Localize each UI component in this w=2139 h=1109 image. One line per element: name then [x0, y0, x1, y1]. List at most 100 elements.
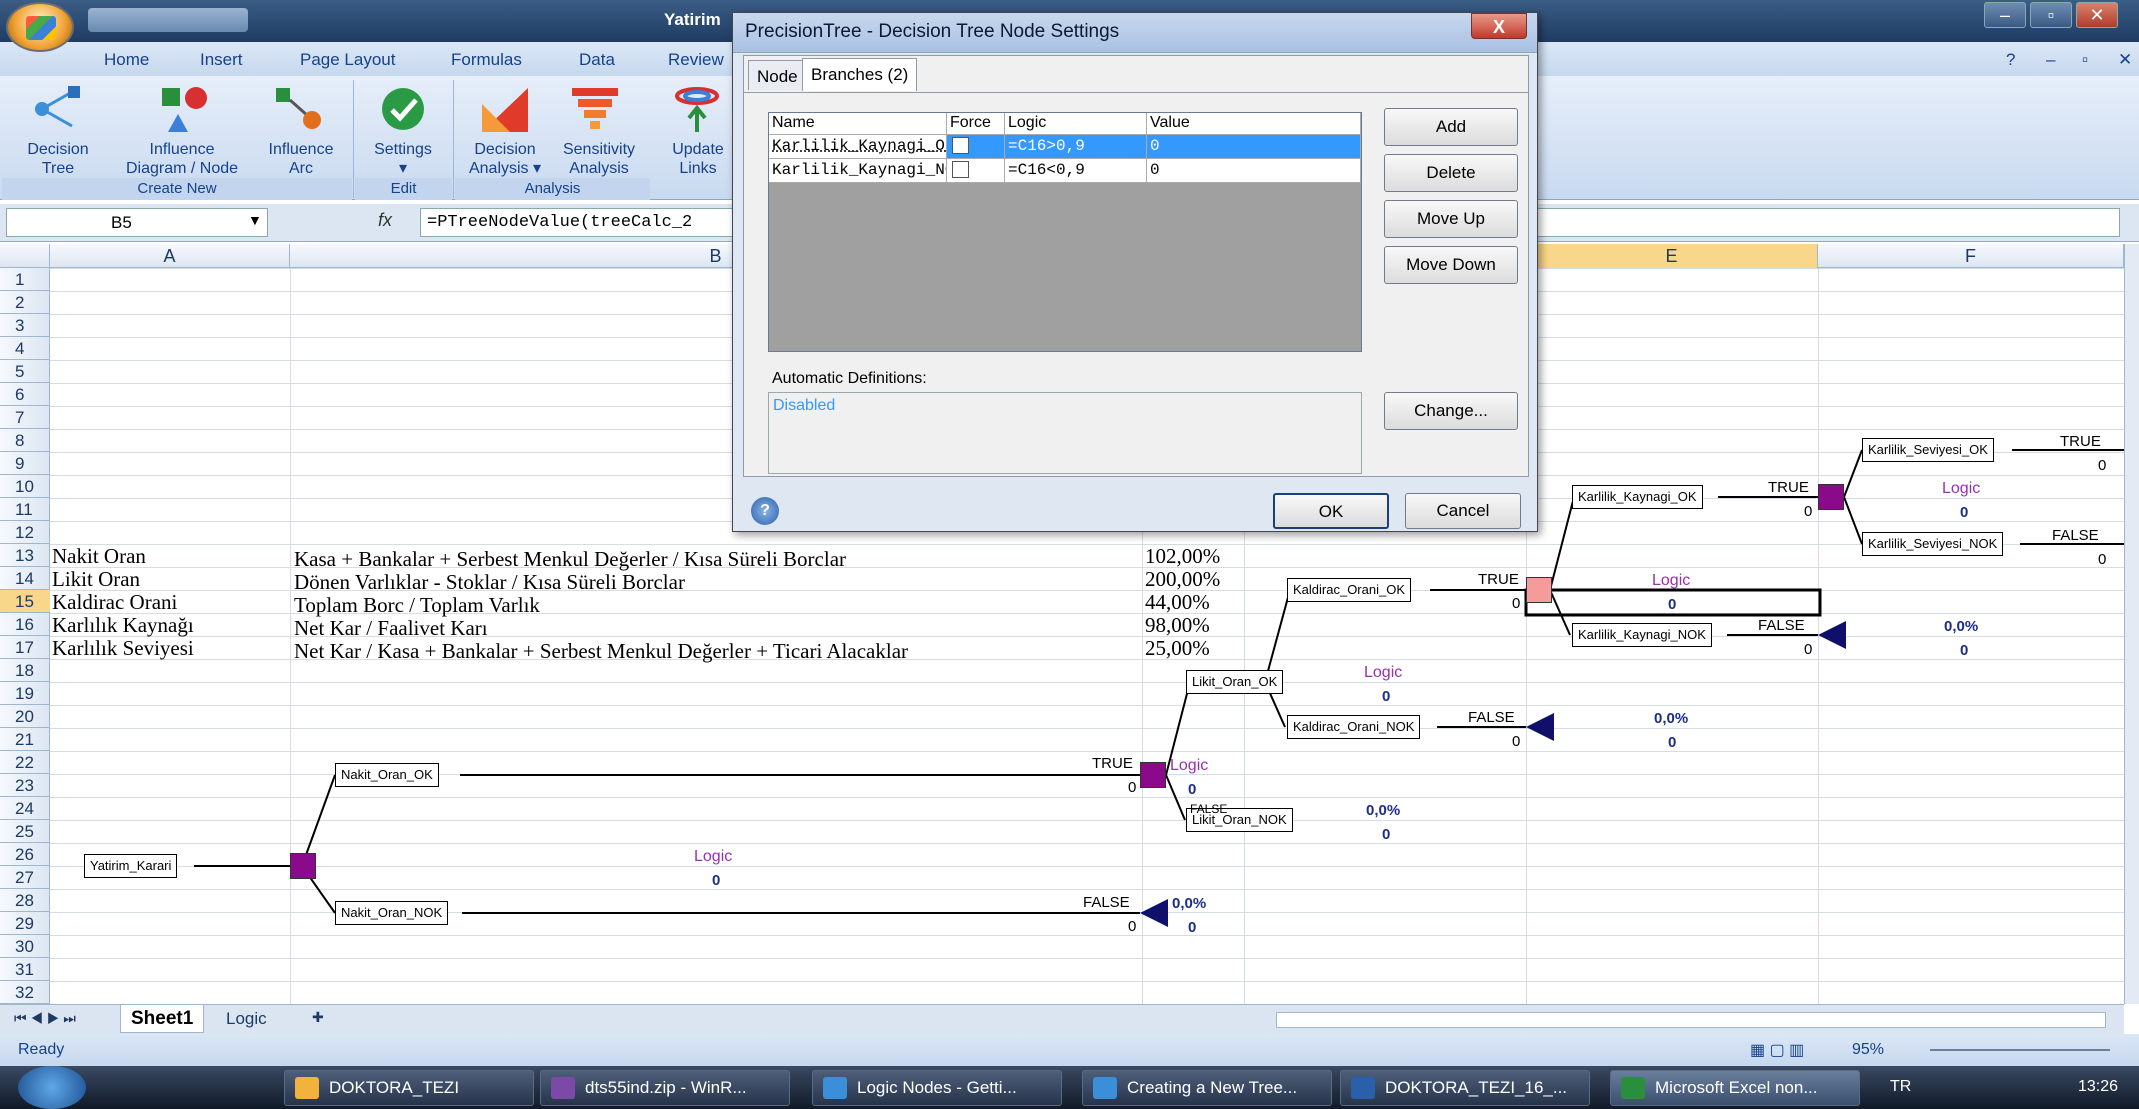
close-button[interactable]: ✕: [2076, 2, 2118, 28]
tab-data[interactable]: Data: [579, 50, 615, 70]
row-header[interactable]: 31: [0, 958, 50, 981]
row-header[interactable]: 26: [0, 843, 50, 866]
row-header[interactable]: 7: [0, 406, 50, 429]
row-header[interactable]: 12: [0, 521, 50, 544]
taskbar-item[interactable]: DOKTORA_TEZI: [284, 1070, 534, 1106]
tab-page-layout[interactable]: Page Layout: [300, 50, 395, 70]
branch-logic[interactable]: =C16>0,9: [1005, 135, 1147, 159]
row-header[interactable]: 10: [0, 475, 50, 498]
end-node-icon[interactable]: [1526, 713, 1554, 741]
cell-b13[interactable]: Kasa + Bankalar + Serbest Menkul Değerle…: [294, 548, 846, 571]
minimize-button[interactable]: –: [1984, 2, 2026, 28]
tree-node[interactable]: Likit_Oran_OK: [1186, 670, 1284, 694]
force-cell[interactable]: [947, 135, 1005, 159]
tab-node[interactable]: Node: [748, 60, 807, 90]
tree-node[interactable]: Nakit_Oran_OK: [335, 763, 439, 787]
tab-branches[interactable]: Branches (2): [802, 58, 918, 91]
ok-button[interactable]: OK: [1273, 493, 1389, 529]
tree-node[interactable]: Karlilik_Kaynagi_NOK: [1572, 623, 1712, 647]
row-header[interactable]: 29: [0, 912, 50, 935]
influence-diagram-button[interactable]: Influence Diagram / Node: [112, 140, 252, 178]
row-header[interactable]: 24: [0, 797, 50, 820]
cell-b17[interactable]: Net Kar / Kasa + Bankalar + Serbest Menk…: [294, 640, 908, 663]
name-box[interactable]: B5: [6, 208, 268, 237]
column-header-e[interactable]: E: [1526, 244, 1818, 268]
insert-sheet-icon[interactable]: ✚: [312, 1009, 324, 1026]
tree-node[interactable]: Yatirim_Karari: [84, 854, 178, 878]
delete-button[interactable]: Delete: [1384, 154, 1518, 192]
branch-name[interactable]: Karlilik_Kaynagi_OK: [769, 135, 947, 159]
sensitivity-analysis-button[interactable]: Sensitivity Analysis: [552, 140, 646, 178]
cell-b14[interactable]: Dönen Varlıklar - Stoklar / Kısa Süreli …: [294, 571, 685, 594]
branch-value[interactable]: 0: [1147, 159, 1361, 183]
vertical-scrollbar[interactable]: [2124, 244, 2139, 1004]
cell-a15[interactable]: Kaldirac Orani: [52, 591, 177, 614]
cell-a17[interactable]: Karlılık Seviyesi: [52, 637, 194, 660]
column-header-a[interactable]: A: [50, 244, 290, 268]
column-header-f[interactable]: F: [1818, 244, 2124, 268]
view-buttons-icon[interactable]: ▦ ▢ ▥: [1750, 1040, 1804, 1060]
row-header[interactable]: 11: [0, 498, 50, 521]
end-node-icon[interactable]: [1140, 899, 1168, 927]
cell-c16[interactable]: 98,00%: [1145, 614, 1210, 637]
row-header[interactable]: 9: [0, 452, 50, 475]
branch-value[interactable]: 0: [1147, 135, 1361, 159]
help-icon[interactable]: ?: [751, 497, 779, 525]
maximize-button[interactable]: ▫: [2030, 2, 2072, 28]
help-icon[interactable]: ?: [2006, 50, 2015, 70]
row-header[interactable]: 23: [0, 774, 50, 797]
row-header[interactable]: 30: [0, 935, 50, 958]
automatic-definitions-box[interactable]: Disabled: [768, 392, 1362, 474]
row-header[interactable]: 21: [0, 728, 50, 751]
tab-sheet1[interactable]: Sheet1: [120, 1005, 205, 1033]
row-header[interactable]: 27: [0, 866, 50, 889]
tree-node[interactable]: Karlilik_Seviyesi_OK: [1862, 438, 1994, 462]
cell-c17[interactable]: 25,00%: [1145, 637, 1210, 660]
tab-insert[interactable]: Insert: [200, 50, 243, 70]
start-button[interactable]: [18, 1066, 86, 1109]
cell-a13[interactable]: Nakit Oran: [52, 545, 146, 568]
row-header[interactable]: 8: [0, 429, 50, 452]
cell-c13[interactable]: 102,00%: [1145, 545, 1220, 568]
row-header[interactable]: 5: [0, 360, 50, 383]
cell-b15[interactable]: Toplam Borc / Toplam Varlık: [294, 594, 540, 617]
taskbar-item[interactable]: DOKTORA_TEZI_16_...: [1340, 1070, 1590, 1106]
row-header[interactable]: 25: [0, 820, 50, 843]
tab-review[interactable]: Review: [668, 50, 724, 70]
force-checkbox[interactable]: [952, 137, 969, 155]
tree-node[interactable]: Kaldirac_Orani_NOK: [1287, 715, 1421, 739]
select-all-corner[interactable]: [0, 244, 50, 268]
decision-node-icon[interactable]: [1818, 484, 1844, 510]
decision-node-icon[interactable]: [1526, 577, 1552, 603]
row-header[interactable]: 2: [0, 291, 50, 314]
taskbar-item[interactable]: dts55ind.zip - WinR...: [540, 1070, 790, 1106]
decision-node-icon[interactable]: [1140, 762, 1166, 788]
tree-node[interactable]: Karlilik_Kaynagi_OK: [1572, 485, 1703, 509]
tab-home[interactable]: Home: [104, 50, 149, 70]
force-checkbox[interactable]: [952, 161, 969, 179]
horizontal-scrollbar[interactable]: [1276, 1012, 2106, 1028]
tree-node[interactable]: Karlilik_Seviyesi_NOK: [1862, 532, 2004, 556]
office-button[interactable]: [6, 2, 74, 52]
decision-tree-button[interactable]: Decision Tree: [18, 140, 98, 178]
taskbar-item[interactable]: Creating a New Tree...: [1082, 1070, 1332, 1106]
cell-a14[interactable]: Likit Oran: [52, 568, 140, 591]
end-node-icon[interactable]: [1818, 621, 1846, 649]
tab-logic[interactable]: Logic: [226, 1009, 267, 1029]
row-header[interactable]: 3: [0, 314, 50, 337]
cancel-button[interactable]: Cancel: [1405, 493, 1521, 529]
name-box-dropdown-icon[interactable]: ▼: [248, 212, 262, 228]
row-header[interactable]: 15: [0, 590, 50, 613]
cell-a16[interactable]: Karlılık Kaynağı: [52, 614, 194, 637]
dialog-close-button[interactable]: X: [1471, 13, 1527, 39]
ribbon-close-icon[interactable]: ✕: [2118, 50, 2132, 70]
row-header[interactable]: 13: [0, 544, 50, 567]
cell-c15[interactable]: 44,00%: [1145, 591, 1210, 614]
taskbar-item[interactable]: Logic Nodes - Getti...: [812, 1070, 1062, 1106]
ribbon-minimize-icon[interactable]: –: [2046, 50, 2055, 70]
zoom-slider[interactable]: [1930, 1049, 2110, 1051]
tab-formulas[interactable]: Formulas: [451, 50, 522, 70]
insert-function-icon[interactable]: fx: [378, 210, 392, 231]
decision-analysis-button[interactable]: Decision Analysis ▾: [458, 140, 552, 178]
zoom-level[interactable]: 95%: [1852, 1041, 1884, 1059]
